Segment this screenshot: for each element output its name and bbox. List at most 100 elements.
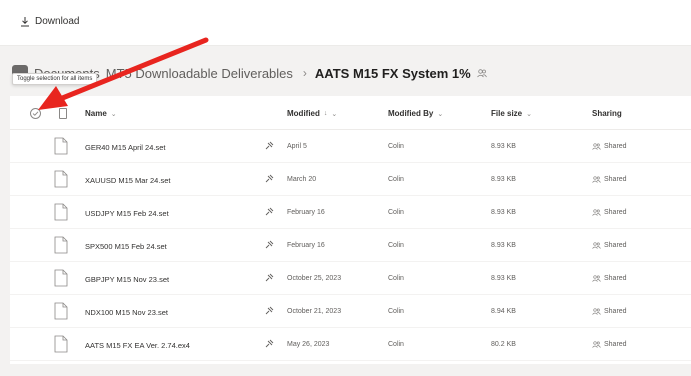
sharing-label: Shared <box>604 143 627 150</box>
sharing-status[interactable]: Shared <box>592 341 627 348</box>
column-sharing-label: Sharing <box>592 109 622 118</box>
modified-by: Colin <box>388 341 404 348</box>
pin-icon[interactable] <box>265 141 274 150</box>
breadcrumb: Documents MT5 Downloadable Deliverables … <box>12 62 691 84</box>
tooltip: Toggle selection for all items <box>12 73 98 85</box>
list-header: Name ⌄ Modified ↓ ⌄ Modified By ⌄ File s… <box>10 96 691 130</box>
modified-by: Colin <box>388 275 404 282</box>
file-size: 8.93 KB <box>491 143 516 150</box>
people-icon <box>592 143 601 150</box>
select-all-checkbox[interactable] <box>30 108 41 119</box>
chevron-down-icon: ⌄ <box>110 110 117 118</box>
pin-icon[interactable] <box>265 207 274 216</box>
chevron-down-icon: ⌄ <box>437 110 444 118</box>
modified-by: Colin <box>388 242 404 249</box>
table-row[interactable]: XAUUSD M15 Mar 24.set March 20 Colin 8.93 K… <box>10 163 691 196</box>
people-icon <box>476 69 487 78</box>
people-icon <box>592 242 601 249</box>
file-size: 8.93 KB <box>491 275 516 282</box>
file-name-link[interactable]: NDX100 M15 Nov 23.set <box>85 308 168 317</box>
document-icon <box>54 203 68 221</box>
sharing-status[interactable]: Shared <box>592 143 627 150</box>
column-header-sharing[interactable]: Sharing <box>592 109 622 118</box>
sharing-status[interactable]: Shared <box>592 275 627 282</box>
document-icon <box>54 236 68 254</box>
file-size: 8.93 KB <box>491 209 516 216</box>
chevron-right-icon: › <box>302 66 307 80</box>
sharing-label: Shared <box>604 275 627 282</box>
file-list: Name ⌄ Modified ↓ ⌄ Modified By ⌄ File s… <box>10 96 691 364</box>
file-name-link[interactable]: GBPJPY M15 Nov 23.set <box>85 275 169 284</box>
document-icon <box>54 302 68 320</box>
sharing-label: Shared <box>604 308 627 315</box>
modified-date: February 16 <box>287 242 325 249</box>
people-icon <box>592 341 601 348</box>
sharing-label: Shared <box>604 176 627 183</box>
modified-by: Colin <box>388 143 404 150</box>
download-icon <box>21 17 29 27</box>
modified-by: Colin <box>388 176 404 183</box>
table-row[interactable]: GBPJPY M15 Nov 23.set October 25, 2023 Col… <box>10 262 691 295</box>
column-header-name[interactable]: Name ⌄ <box>85 109 117 118</box>
people-icon <box>592 308 601 315</box>
table-row[interactable]: GER40 M15 April 24.set April 5 Colin 8.93 K… <box>10 130 691 163</box>
breadcrumb-item-deliverables[interactable]: MT5 Downloadable Deliverables <box>106 66 293 81</box>
download-button[interactable]: Download <box>20 16 79 27</box>
column-header-modified[interactable]: Modified ↓ ⌄ <box>287 109 337 118</box>
file-name-link[interactable]: SPX500 M15 Feb 24.set <box>85 242 167 251</box>
column-modified-by-label: Modified By <box>388 109 434 118</box>
file-size: 8.93 KB <box>491 242 516 249</box>
check-icon <box>32 111 39 116</box>
people-icon <box>592 176 601 183</box>
document-icon <box>54 269 68 287</box>
sharing-status[interactable]: Shared <box>592 176 627 183</box>
sort-descending-icon: ↓ <box>323 110 328 117</box>
modified-date: October 25, 2023 <box>287 275 342 282</box>
file-name-link[interactable]: GER40 M15 April 24.set <box>85 143 165 152</box>
modified-date: October 21, 2023 <box>287 308 342 315</box>
breadcrumb-current-folder: AATS M15 FX System 1% <box>314 65 471 81</box>
people-icon <box>592 275 601 282</box>
column-header-file-size[interactable]: File size ⌄ <box>491 109 532 118</box>
people-icon <box>592 209 601 216</box>
pin-icon[interactable] <box>265 273 274 282</box>
modified-date: April 5 <box>287 143 307 150</box>
pin-icon[interactable] <box>265 306 274 315</box>
file-name-link[interactable]: USDJPY M15 Feb 24.set <box>85 209 169 218</box>
document-icon <box>54 137 68 155</box>
modified-by: Colin <box>388 209 404 216</box>
file-size: 80.2 KB <box>491 341 516 348</box>
pin-icon[interactable] <box>265 339 274 348</box>
document-icon <box>54 335 68 353</box>
sharing-status[interactable]: Shared <box>592 308 627 315</box>
table-row[interactable]: USDJPY M15 Feb 24.set February 16 Colin 8.9… <box>10 196 691 229</box>
modified-date: February 16 <box>287 209 325 216</box>
modified-by: Colin <box>388 308 404 315</box>
file-type-icon[interactable] <box>59 108 67 119</box>
chevron-down-icon: ⌄ <box>331 110 338 118</box>
document-icon <box>54 170 68 188</box>
column-modified-label: Modified <box>287 109 320 118</box>
file-size: 8.93 KB <box>491 176 516 183</box>
file-name-link[interactable]: AATS M15 FX EA Ver. 2.74.ex4 <box>85 341 190 350</box>
table-row[interactable]: SPX500 M15 Feb 24.set February 16 Colin 8.9… <box>10 229 691 262</box>
sharing-label: Shared <box>604 341 627 348</box>
column-name-label: Name <box>85 109 107 118</box>
command-bar: Download <box>0 0 691 46</box>
column-header-modified-by[interactable]: Modified By ⌄ <box>388 109 443 118</box>
download-label: Download <box>35 16 80 27</box>
table-row[interactable]: AATS M15 FX EA Ver. 2.74.ex4 May 26, 2023… <box>10 328 691 361</box>
chevron-down-icon: ⌄ <box>526 110 532 118</box>
pin-icon[interactable] <box>265 240 274 249</box>
column-file-size-label: File size <box>491 109 523 118</box>
modified-date: May 26, 2023 <box>287 341 330 348</box>
table-row[interactable]: NDX100 M15 Nov 23.set October 21, 2023 Col… <box>10 295 691 328</box>
pin-icon[interactable] <box>265 174 274 183</box>
sharing-label: Shared <box>604 242 627 249</box>
sharing-status[interactable]: Shared <box>592 209 627 216</box>
sharing-status[interactable]: Shared <box>592 242 627 249</box>
file-size: 8.94 KB <box>491 308 516 315</box>
sharing-label: Shared <box>604 209 627 216</box>
file-name-link[interactable]: XAUUSD M15 Mar 24.set <box>85 176 170 185</box>
modified-date: March 20 <box>287 176 317 183</box>
